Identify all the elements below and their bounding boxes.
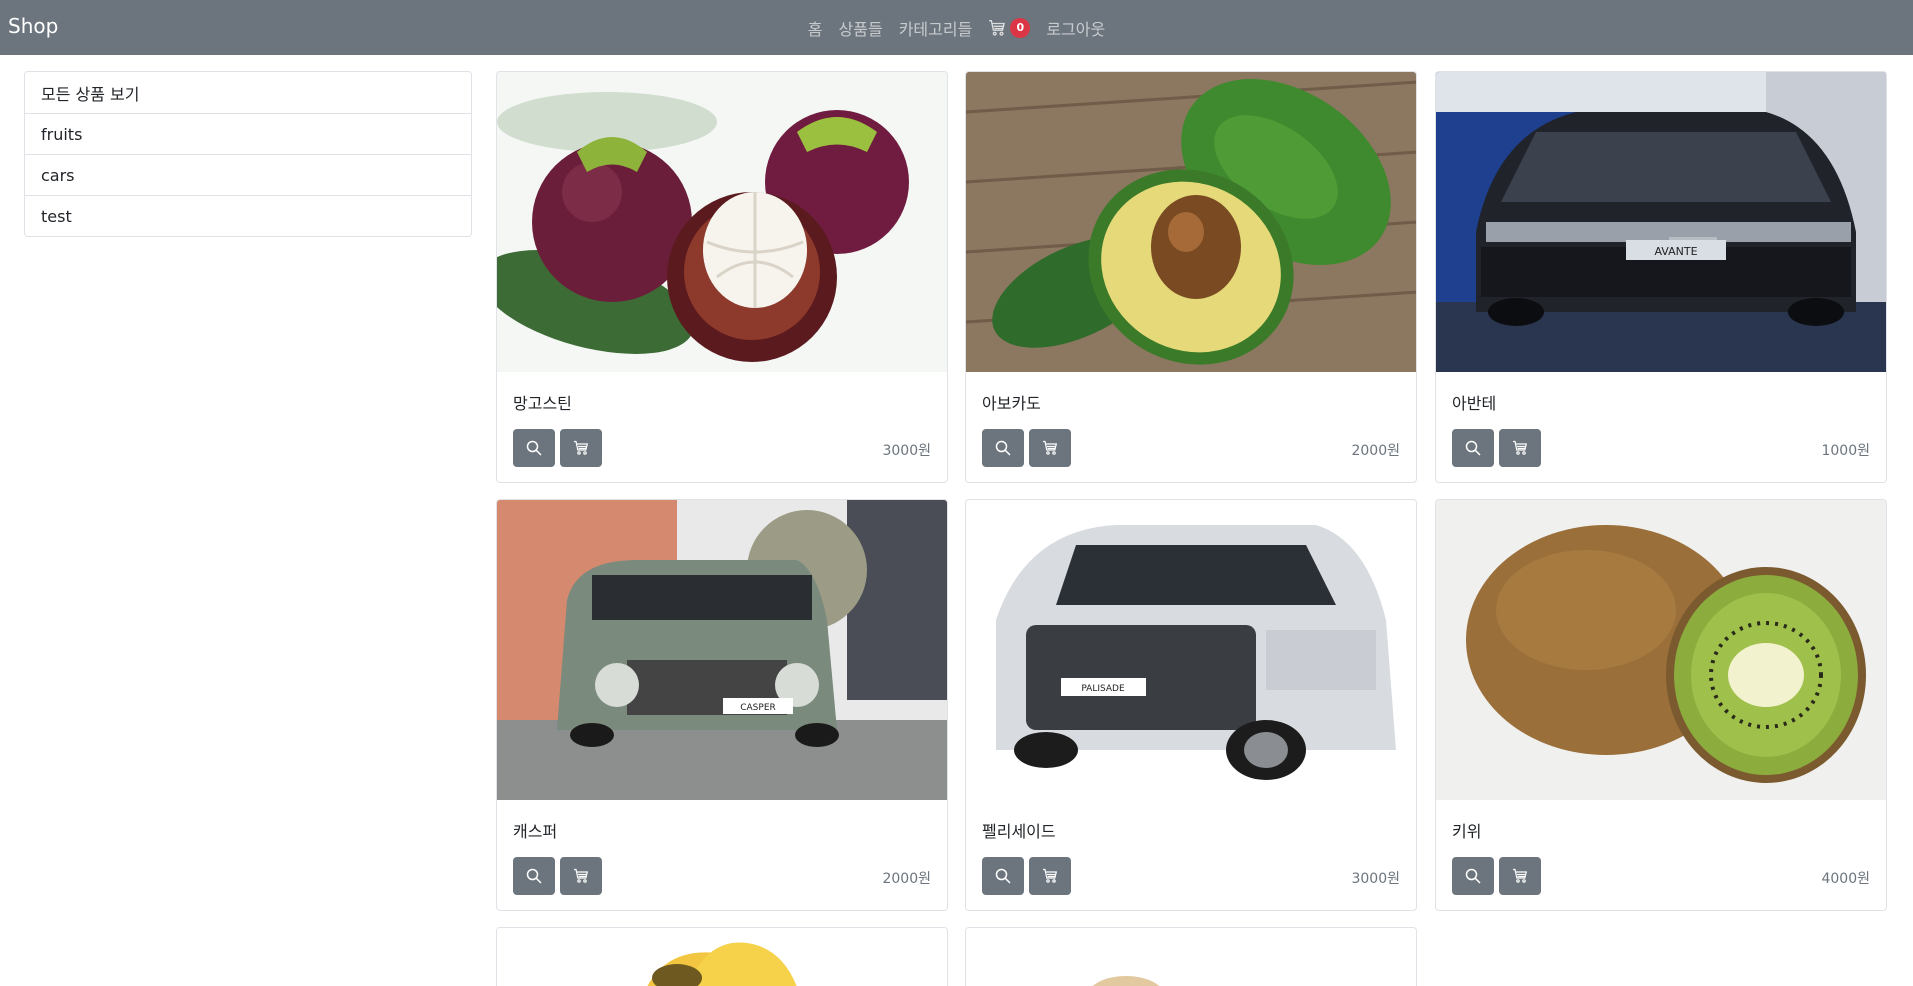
- add-to-cart-button[interactable]: [1029, 429, 1071, 467]
- view-button[interactable]: [513, 429, 555, 467]
- product-image-banana[interactable]: [497, 928, 947, 986]
- add-to-cart-button[interactable]: [560, 857, 602, 895]
- search-icon: [995, 868, 1011, 884]
- product-card: 키위 4000원: [1435, 499, 1887, 911]
- product-name: 캐스퍼: [513, 822, 558, 841]
- casper-plate-text: CASPER: [740, 703, 776, 713]
- cart-icon: [1043, 868, 1058, 883]
- category-item-fruits[interactable]: fruits: [25, 113, 471, 154]
- view-button[interactable]: [1452, 857, 1494, 895]
- product-name: 키위: [1452, 822, 1482, 841]
- top-navbar: Shop 홈 상품들 카테고리들 0 로그아웃: [0, 0, 1913, 55]
- search-icon: [995, 440, 1011, 456]
- product-card: PALISADE 펠리세이드 3000원: [965, 499, 1417, 911]
- product-price: 4000원: [1821, 871, 1870, 887]
- product-name: 망고스틴: [513, 394, 572, 413]
- product-image-potato[interactable]: [966, 928, 1416, 986]
- cart-icon: [574, 868, 589, 883]
- avante-plate-text: AVANTE: [1654, 245, 1697, 258]
- product-image-avocado[interactable]: [966, 72, 1416, 372]
- product-image-avante-car[interactable]: AVANTE: [1436, 72, 1886, 372]
- add-to-cart-button[interactable]: [1499, 857, 1541, 895]
- add-to-cart-button[interactable]: [1029, 857, 1071, 895]
- product-card: [965, 927, 1417, 986]
- cart-icon: [1513, 440, 1528, 455]
- product-name: 아반테: [1452, 394, 1497, 413]
- product-name: 펠리세이드: [982, 822, 1056, 841]
- category-item-all[interactable]: 모든 상품 보기: [25, 72, 471, 113]
- nav-products-link[interactable]: 상품들: [831, 16, 891, 40]
- product-name: 아보카도: [982, 394, 1041, 413]
- add-to-cart-button[interactable]: [560, 429, 602, 467]
- nav-home-link[interactable]: 홈: [800, 16, 831, 40]
- cart-icon: [1043, 440, 1058, 455]
- product-card: 망고스틴 3000원: [496, 71, 948, 483]
- product-image-kiwi[interactable]: [1436, 500, 1886, 800]
- nav-links: 홈 상품들 카테고리들 0 로그아웃: [0, 16, 1913, 40]
- category-list: 모든 상품 보기 fruits cars test: [24, 71, 472, 237]
- palisade-plate-text: PALISADE: [1081, 684, 1125, 694]
- product-price: 2000원: [1351, 443, 1400, 459]
- cart-icon: [988, 19, 1006, 37]
- product-card: [496, 927, 948, 986]
- view-button[interactable]: [1452, 429, 1494, 467]
- search-icon: [1465, 868, 1481, 884]
- product-card: CASPER 캐스퍼 2000원: [496, 499, 948, 911]
- cart-icon: [574, 440, 589, 455]
- product-card: 아보카도 2000원: [965, 71, 1417, 483]
- nav-logout-link[interactable]: 로그아웃: [1038, 16, 1113, 40]
- view-button[interactable]: [982, 857, 1024, 895]
- product-image-palisade-car[interactable]: PALISADE: [966, 500, 1416, 800]
- add-to-cart-button[interactable]: [1499, 429, 1541, 467]
- category-item-cars[interactable]: cars: [25, 154, 471, 195]
- category-item-test[interactable]: test: [25, 195, 471, 236]
- product-image-mangosteen[interactable]: [497, 72, 947, 372]
- nav-categories-link[interactable]: 카테고리들: [891, 16, 981, 40]
- view-button[interactable]: [982, 429, 1024, 467]
- cart-count-badge: 0: [1010, 18, 1031, 38]
- nav-cart-link[interactable]: 0: [980, 16, 1038, 40]
- product-price: 3000원: [882, 443, 931, 459]
- product-price: 2000원: [882, 871, 931, 887]
- search-icon: [526, 868, 542, 884]
- product-image-casper-car[interactable]: CASPER: [497, 500, 947, 800]
- product-price: 1000원: [1821, 443, 1870, 459]
- cart-icon: [1513, 868, 1528, 883]
- product-card: AVANTE 아반테 1000원: [1435, 71, 1887, 483]
- product-price: 3000원: [1351, 871, 1400, 887]
- search-icon: [1465, 440, 1481, 456]
- view-button[interactable]: [513, 857, 555, 895]
- search-icon: [526, 440, 542, 456]
